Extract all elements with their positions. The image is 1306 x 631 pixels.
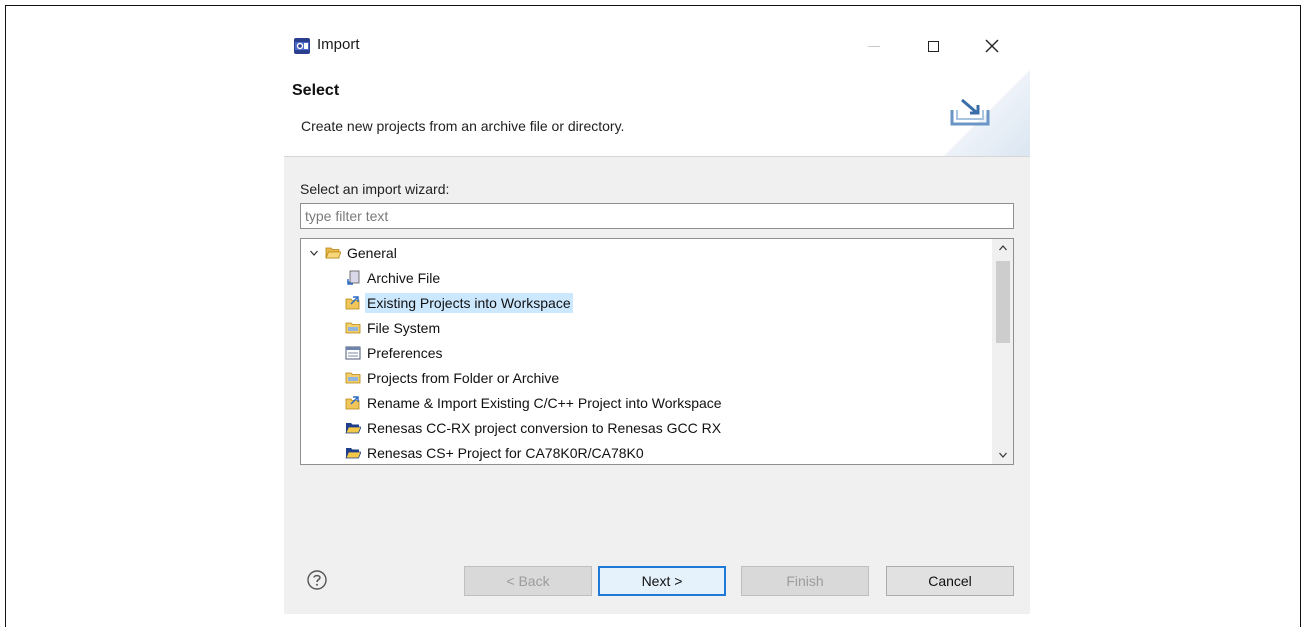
tree-item-label: Renesas CS+ Project for CA78K0R/CA78K0: [367, 445, 644, 461]
open-folder-icon: [345, 420, 361, 436]
scroll-up-button[interactable]: [993, 239, 1013, 257]
title-bar: Import: [284, 22, 1030, 70]
tree-item[interactable]: Renesas CC-RX project conversion to Rene…: [345, 416, 723, 440]
tree-item[interactable]: Rename & Import Existing C/C++ Project i…: [345, 391, 724, 415]
tree-item-label: Existing Projects into Workspace: [365, 293, 573, 313]
wizard-header: Select Create new projects from an archi…: [284, 70, 1030, 156]
minimize-icon: [868, 45, 880, 47]
chevron-down-icon: [999, 452, 1007, 458]
preferences-icon: [345, 345, 361, 361]
tree-item-label: File System: [367, 320, 441, 336]
chevron-up-icon: [999, 245, 1007, 251]
wizard-footer: < Back Next > Finish Cancel: [284, 557, 1030, 614]
existing-projects-icon: [345, 295, 361, 311]
tree-item-label: Renesas CC-RX project conversion to Rene…: [367, 420, 722, 436]
open-folder-icon: [345, 445, 361, 461]
page-title: Select: [292, 82, 340, 99]
back-button[interactable]: < Back: [464, 566, 592, 596]
tree-item[interactable]: Renesas CS+ Project for CA78K0R/CA78K0: [345, 441, 646, 464]
window-title: Import: [317, 36, 360, 53]
tree-item[interactable]: Projects from Folder or Archive: [345, 366, 561, 390]
wizard-label: Select an import wizard:: [300, 181, 450, 197]
tree-group-general[interactable]: General: [307, 241, 399, 265]
open-folder-icon: [325, 245, 341, 261]
maximize-icon: [927, 40, 939, 52]
archive-file-icon: [345, 270, 361, 286]
scroll-down-button[interactable]: [993, 446, 1013, 464]
close-icon: [985, 39, 999, 53]
chevron-down-icon[interactable]: [307, 246, 321, 260]
page-description: Create new projects from an archive file…: [301, 118, 625, 134]
existing-projects-icon: [345, 395, 361, 411]
scrollbar-thumb[interactable]: [996, 261, 1010, 343]
vertical-scrollbar[interactable]: [992, 239, 1013, 464]
tree-item-label: Preferences: [367, 345, 443, 361]
tree-item[interactable]: Archive File: [345, 266, 442, 290]
tree-item[interactable]: File System: [345, 316, 442, 340]
minimize-button[interactable]: [859, 32, 889, 60]
close-button[interactable]: [977, 32, 1007, 60]
help-icon[interactable]: [306, 569, 328, 591]
folder-icon: [345, 320, 361, 336]
tree-item[interactable]: Preferences: [345, 341, 444, 365]
maximize-button[interactable]: [918, 32, 948, 60]
finish-button[interactable]: Finish: [741, 566, 869, 596]
tree-item-selected[interactable]: Existing Projects into Workspace: [345, 291, 573, 315]
tree-group-label: General: [347, 245, 397, 261]
wizard-body: Select an import wizard: General Archive…: [284, 157, 1030, 557]
next-button[interactable]: Next >: [598, 566, 726, 596]
tree-item-label: Archive File: [367, 270, 441, 286]
tree-item-label: Projects from Folder or Archive: [367, 370, 560, 386]
wizard-tree: General Archive File Existing Projects i…: [300, 238, 1014, 465]
import-wizard-banner-icon: [944, 70, 1030, 156]
import-dialog: Import Select Create new projects from a…: [284, 22, 1030, 614]
eclipse-app-icon: [294, 38, 310, 54]
folder-icon: [345, 370, 361, 386]
cancel-button[interactable]: Cancel: [886, 566, 1014, 596]
filter-input[interactable]: [300, 203, 1014, 229]
tree-item-label: Rename & Import Existing C/C++ Project i…: [367, 395, 722, 411]
